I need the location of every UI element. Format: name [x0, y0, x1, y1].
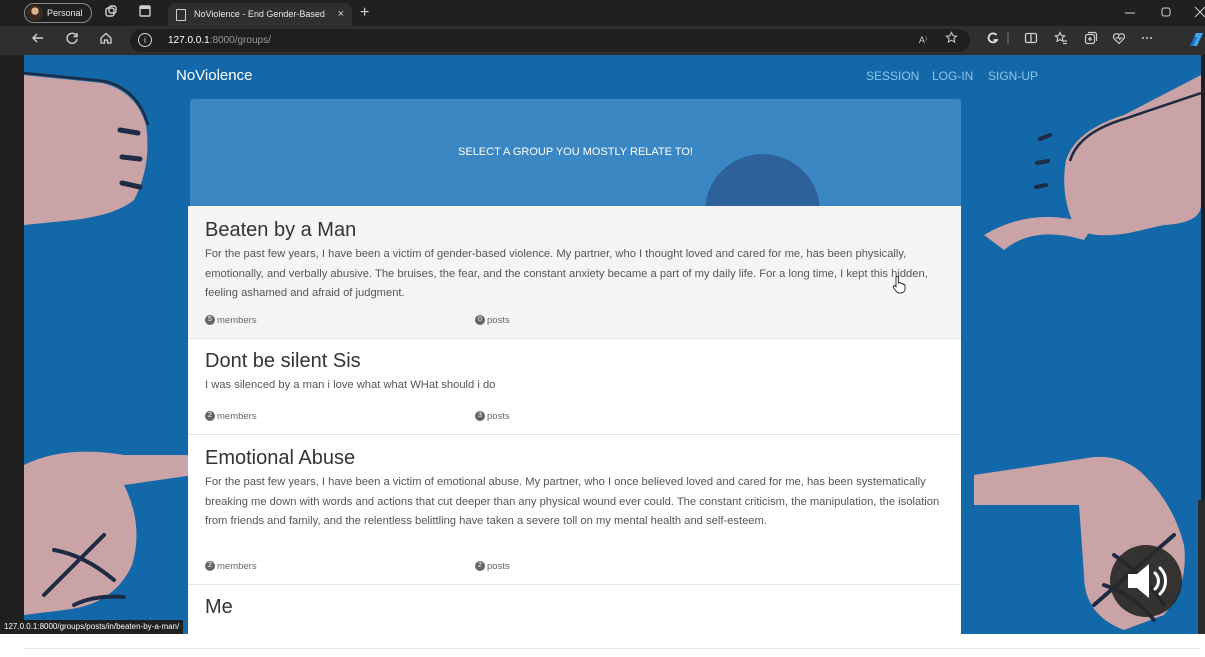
- members-stat: 2 members: [205, 411, 257, 422]
- favorites-icon[interactable]: [1052, 31, 1070, 49]
- members-label: members: [217, 315, 257, 326]
- group-stats: 2 members 2 posts: [205, 561, 944, 574]
- group-list: Beaten by a Man For the past few years, …: [188, 206, 961, 634]
- group-title[interactable]: Dont be silent Sis: [205, 349, 944, 373]
- more-icon[interactable]: [1138, 31, 1156, 49]
- group-stats: 5 members 0 posts: [205, 315, 944, 328]
- bottom-divider: [24, 648, 1199, 649]
- members-stat: 2 members: [205, 561, 257, 572]
- page-icon: [176, 9, 186, 21]
- posts-label: posts: [487, 315, 510, 326]
- nav-session[interactable]: SESSION: [866, 69, 919, 83]
- refresh-icon[interactable]: [62, 31, 82, 51]
- close-window-icon[interactable]: [1193, 3, 1205, 26]
- group-item-beaten-by-a-man[interactable]: Beaten by a Man For the past few years, …: [188, 206, 961, 339]
- favorite-star-icon[interactable]: [942, 31, 960, 49]
- members-count-badge: 5: [205, 315, 215, 326]
- tab-noviolence[interactable]: NoViolence - End Gender-Based ×: [168, 3, 352, 26]
- group-title[interactable]: Beaten by a Man: [205, 218, 944, 242]
- members-stat: 5 members: [205, 315, 257, 326]
- group-description: For the past few years, I have been a vi…: [205, 476, 940, 527]
- posts-count-badge: 2: [475, 561, 485, 572]
- toolbar-divider: [1004, 31, 1012, 49]
- address-bar[interactable]: i 127.0.0.1:8000/groups/ A⁾: [130, 29, 970, 52]
- group-description: For the past few years, I have been a vi…: [205, 248, 928, 299]
- group-title[interactable]: Me: [205, 595, 944, 619]
- browser-window: Personal NoViolence - End Gender-Based ×…: [0, 0, 1205, 634]
- info-icon[interactable]: i: [138, 33, 152, 47]
- bottom-left-hand-illustration: [24, 451, 194, 615]
- tab-title: NoViolence - End Gender-Based: [194, 9, 325, 19]
- members-label: members: [217, 561, 257, 572]
- close-tab-icon[interactable]: ×: [338, 3, 344, 26]
- group-item-emotional-abuse[interactable]: Emotional Abuse For the past few years, …: [188, 435, 961, 585]
- posts-stat: 3 posts: [475, 411, 510, 422]
- group-description: I was silenced by a man i love what what…: [205, 379, 496, 391]
- home-icon[interactable]: [96, 31, 116, 51]
- url-host: 127.0.0.1: [168, 35, 210, 46]
- hand-pointer-cursor-icon: [892, 276, 906, 294]
- tab-actions-icon[interactable]: [136, 4, 154, 22]
- hero-title: SELECT A GROUP YOU MOSTLY RELATE TO!: [458, 146, 693, 158]
- url-text[interactable]: 127.0.0.1:8000/groups/: [168, 29, 271, 52]
- group-title[interactable]: Emotional Abuse: [205, 446, 944, 470]
- new-tab-button[interactable]: +: [360, 2, 369, 24]
- members-count-badge: 2: [205, 561, 215, 572]
- profile-button[interactable]: Personal: [24, 3, 92, 23]
- nav-sign-up[interactable]: SIGN-UP: [988, 69, 1038, 83]
- group-stats: 2 members 3 posts: [205, 411, 944, 424]
- minimize-icon[interactable]: [1124, 3, 1136, 26]
- edge-logo-icon[interactable]: [1186, 31, 1205, 49]
- workspaces-icon[interactable]: [102, 4, 120, 22]
- copilot-icon[interactable]: [984, 31, 1002, 49]
- hero-banner: SELECT A GROUP YOU MOSTLY RELATE TO!: [190, 99, 961, 217]
- read-aloud-icon[interactable]: A⁾: [914, 31, 932, 49]
- back-icon[interactable]: [28, 31, 48, 51]
- posts-count-badge: 0: [475, 315, 485, 326]
- members-label: members: [217, 411, 257, 422]
- posts-stat: 2 posts: [475, 561, 510, 572]
- posts-label: posts: [487, 411, 510, 422]
- group-item-dont-be-silent-sis[interactable]: Dont be silent Sis I was silenced by a m…: [188, 339, 961, 435]
- volume-icon: [1128, 564, 1167, 598]
- group-item-me[interactable]: Me: [188, 585, 961, 634]
- browser-essentials-icon[interactable]: [1110, 31, 1128, 49]
- tab-strip: Personal NoViolence - End Gender-Based ×…: [0, 0, 1205, 26]
- top-left-hand-illustration: [24, 71, 150, 225]
- status-bar-url: 127.0.0.1:8000/groups/posts/in/beaten-by…: [0, 620, 184, 634]
- url-path: :8000/groups/: [209, 35, 271, 46]
- posts-label: posts: [487, 561, 510, 572]
- restore-icon[interactable]: [1160, 3, 1172, 26]
- posts-count-badge: 3: [475, 411, 485, 422]
- nav-log-in[interactable]: LOG-IN: [932, 69, 973, 83]
- profile-label: Personal: [47, 8, 83, 18]
- page-viewport: NoViolence SESSION LOG-IN SIGN-UP SELECT…: [24, 55, 1201, 634]
- posts-stat: 0 posts: [475, 315, 510, 326]
- profile-avatar-icon: [27, 5, 43, 21]
- volume-button[interactable]: [1110, 545, 1182, 617]
- split-screen-icon[interactable]: [1022, 31, 1040, 49]
- site-brand[interactable]: NoViolence: [176, 67, 252, 84]
- top-right-hand-illustration: [984, 75, 1201, 250]
- navigation-bar: i 127.0.0.1:8000/groups/ A⁾: [0, 26, 1205, 55]
- side-panel-edge: [1198, 500, 1205, 634]
- members-count-badge: 2: [205, 411, 215, 422]
- collections-icon[interactable]: [1082, 31, 1100, 49]
